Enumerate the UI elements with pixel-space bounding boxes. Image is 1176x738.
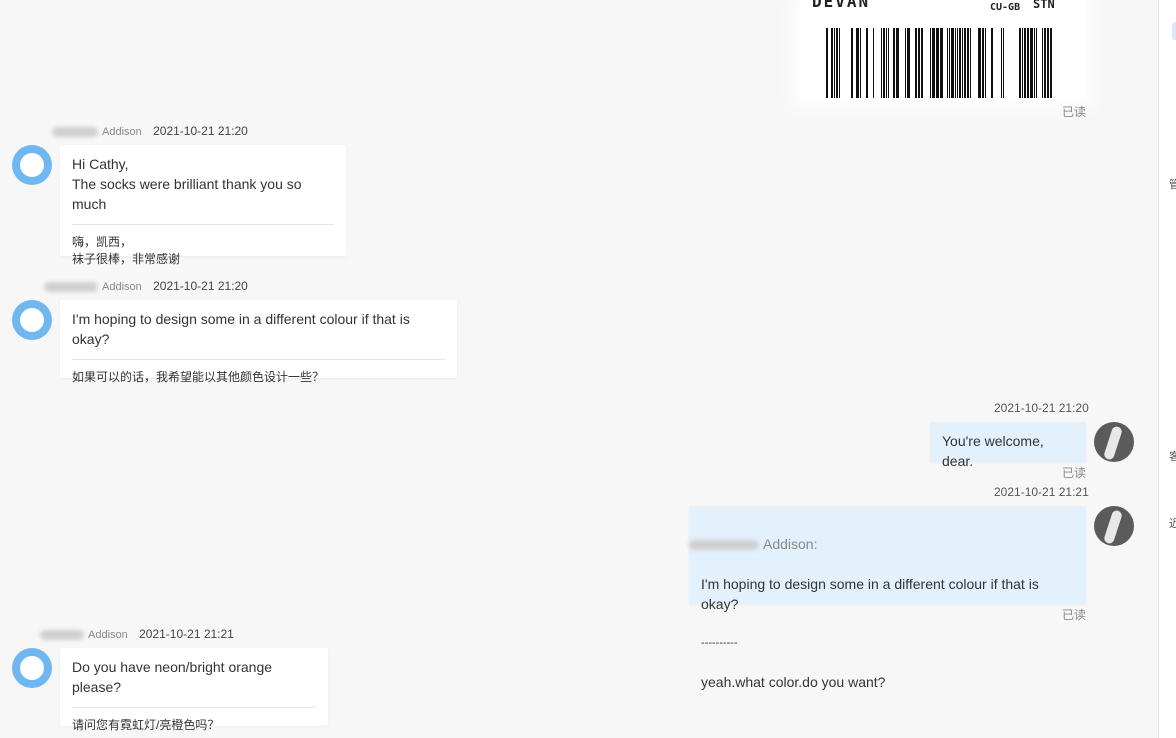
message-bubble[interactable]: I'm hoping to design some in a different… [60, 300, 457, 384]
translation-text: 如果可以的话，我希望能以其他颜色设计一些？ [72, 370, 325, 384]
customer-avatar[interactable] [12, 648, 52, 688]
message-text: yeah.what color.do you want? [701, 674, 886, 690]
message-text: Hi Cathy, The socks were brilliant thank… [72, 156, 302, 212]
message-time: 2021-10-21 21:20 [153, 279, 248, 293]
image-message[interactable]: DEVAN CU-GB STN [800, 0, 1085, 100]
translation-text: 嗨，凯西， 袜子很棒，非常感谢 [72, 235, 181, 266]
message-bubble[interactable]: Do you have neon/bright orange please? 请… [60, 648, 328, 732]
quote-divider: ---------- [701, 637, 738, 649]
read-status: 已读 [1062, 105, 1087, 119]
message-header: Addison 2021-10-21 21:21 [40, 627, 234, 641]
panel-label-2[interactable]: 客 [1169, 448, 1176, 464]
read-status: 已读 [1062, 608, 1087, 622]
my-message-bubble[interactable]: Addison: I'm hoping to design some in a … [689, 506, 1086, 690]
message-time: 2021-10-21 21:20 [994, 401, 1089, 415]
message-time: 2021-10-21 21:21 [139, 627, 234, 641]
message-time: 2021-10-21 21:21 [994, 485, 1089, 499]
sender-name: Addison [102, 126, 142, 138]
panel-label-3[interactable]: 近 [1169, 515, 1176, 531]
customer-avatar[interactable] [12, 300, 52, 340]
panel-tab-indicator[interactable] [1172, 22, 1176, 40]
message-header: Addison 2021-10-21 21:20 [44, 279, 248, 293]
right-side-panel: 管 客 近 [1158, 0, 1176, 738]
panel-label-1[interactable]: 管 [1169, 176, 1176, 192]
message-header: Addison 2021-10-21 21:20 [52, 124, 248, 138]
label-stn: STN [1033, 0, 1055, 11]
read-status: 已读 [1062, 466, 1087, 480]
message-content: Addison: I'm hoping to design some in a … [689, 506, 1086, 721]
barcode-image [826, 28, 1052, 98]
quoted-sender: Addison: [763, 536, 818, 552]
translation-text: 请问您有霓虹灯/亮橙色吗？ [72, 718, 220, 732]
customer-avatar[interactable] [12, 145, 52, 185]
sender-name: Addison [88, 629, 128, 641]
message-time: 2021-10-21 21:20 [153, 124, 248, 138]
quote-header: Addison: [689, 534, 1074, 554]
label-text: DEVAN [812, 0, 871, 11]
my-avatar[interactable] [1094, 506, 1134, 546]
label-code: CU-GB [990, 2, 1021, 13]
message-text: Do you have neon/bright orange please? [72, 659, 273, 695]
message-text: I'm hoping to design some in a different… [72, 311, 410, 347]
my-message-bubble[interactable]: You're welcome, dear. [930, 422, 1086, 469]
chat-panel: DEVAN CU-GB STN 已读 Addison 2021-10-21 21… [0, 0, 1158, 738]
message-bubble[interactable]: Hi Cathy, The socks were brilliant thank… [60, 145, 346, 266]
quoted-text: I'm hoping to design some in a different… [701, 576, 1039, 612]
my-avatar[interactable] [1094, 422, 1134, 462]
sender-name: Addison [102, 281, 142, 293]
